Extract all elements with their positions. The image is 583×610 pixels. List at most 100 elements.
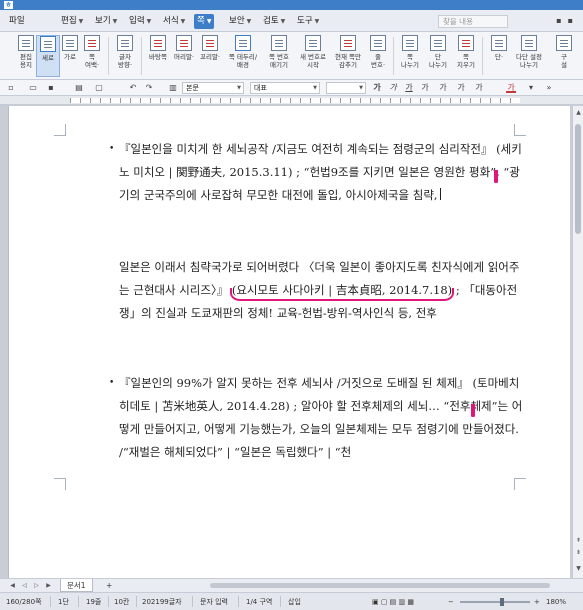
superscript-icon[interactable]: 가 [438,83,448,93]
status-insert-mode[interactable]: 삽입 [288,597,301,607]
scroll-thumb[interactable] [575,124,581,234]
tab-last-icon[interactable]: ▶ [44,581,53,590]
ribbon-label: 단 나누기 [429,53,447,69]
status-char-count: 202199글자 [142,598,182,606]
page-up-icon[interactable]: ⇞ [574,536,583,545]
menu-tools[interactable]: 도구 ▼ [294,14,322,29]
status-zoom[interactable]: 180% [546,597,566,607]
font-effect-icon[interactable]: 가 [474,83,484,93]
print-icon[interactable]: ▤ [74,83,84,93]
columns-button[interactable]: 단· [487,35,511,77]
status-divider [108,596,109,607]
preview-icon[interactable]: ▢ [94,83,104,93]
text-direction-icon [117,35,133,51]
zoom-slider[interactable] [460,598,530,606]
page-break-button[interactable]: 쪽 나누기 [398,35,422,77]
redo-icon[interactable]: ↷ [144,83,154,93]
section-button[interactable]: 구 설 [553,35,575,77]
highlight-icon[interactable]: ▾ [526,83,536,93]
menu-review[interactable]: 검토 ▼ [260,14,288,29]
zoom-knob[interactable] [499,598,504,606]
find-input[interactable]: 찾을 내용 [438,15,508,28]
page-break-icon [402,35,418,51]
bold-icon[interactable]: 가 [372,83,382,93]
menu-insert[interactable]: 입력 ▼ [126,14,154,29]
book-title-text: 『일본인의 99%가 알지 못하는 전후 세뇌사 /거짓으로 도배질 된 체제』 [119,376,469,390]
format-toolbar: ▫ ▭ ▪ ▤ ▢ ↶ ↷ ▥ 본문 ▼ 대표 ▼ ▼ 가 가 가 가 가 가 가 … [0,80,583,96]
zoom-out-icon[interactable]: − [448,597,454,607]
line-number-button[interactable]: 줄 번호· [366,35,390,77]
delete-page-button[interactable]: 쪽 지우기 [454,35,478,77]
master-page-button[interactable]: 바탕쪽 [146,35,170,77]
margin-button[interactable]: 쪽 여백· [80,35,104,77]
document-page[interactable]: • 『일본인을 미치게 한 세뇌공작 /지금도 여전히 계속되는 점령군의 심리… [8,106,570,578]
horizontal-scroll-thumb[interactable] [210,583,550,588]
subscript-icon[interactable]: 가 [456,83,466,93]
tab-next-icon[interactable]: ▷ [32,581,41,590]
vertical-scrollbar[interactable]: ▲ ⇞ ⇟ ▼ [572,106,583,578]
landscape-icon [62,35,78,51]
menu-page[interactable]: 쪽 ▼ [194,14,215,29]
horizontal-ruler[interactable] [0,96,583,105]
tab-first-icon[interactable]: ◀ [8,581,17,590]
underline-icon[interactable]: 가 [404,83,414,93]
save-icon[interactable]: ▪ [46,83,56,93]
margin-icon [84,35,100,51]
hide-page-button[interactable]: 현재 쪽만 감추기 [332,35,364,77]
new-document-icon[interactable]: ▫ [6,83,16,93]
menu-file[interactable]: 파일 [6,14,28,29]
page-down-icon[interactable]: ⇟ [574,548,583,557]
style-select[interactable]: 본문 ▼ [182,82,244,94]
view-mode-icons[interactable]: ▣ ▢ ▤ ▥ ▦ [372,597,414,607]
status-input-mode[interactable]: 문자 입력 [200,597,228,607]
tab-label: 문서1 [67,581,86,590]
ribbon-label: 바탕쪽 [149,53,167,61]
document-area[interactable]: • 『일본인을 미치게 한 세뇌공작 /지금도 여전히 계속되는 점령군의 심리… [0,106,572,578]
menu-view[interactable]: 보기 ▼ [92,14,120,29]
header-button[interactable]: 머리말· [172,35,196,77]
undo-icon[interactable]: ↶ [128,83,138,93]
footer-button[interactable]: 꼬리말· [198,35,222,77]
page-setup-button[interactable]: 편집 용지 [14,35,38,77]
tab-prev-icon[interactable]: ◁ [20,581,29,590]
paragraph[interactable]: • 『일본인의 99%가 알지 못하는 전후 세뇌사 /거짓으로 도배질 된 체… [109,372,529,464]
ribbon-label: 쪽 테두리/ 배경 [228,53,258,69]
multi-column-button[interactable]: 다단 설정 나누기 [513,35,545,77]
bullet-icon: • [109,144,115,154]
chevron-down-icon: ▼ [146,18,152,25]
font-select[interactable]: 대표 ▼ [250,82,320,94]
menu-edit[interactable]: 편집 ▼ [58,14,86,29]
new-number-button[interactable]: 새 번호로 시작 [298,35,328,77]
scroll-down-icon[interactable]: ▼ [574,564,583,573]
window-controls[interactable]: ▪▪ [556,16,579,25]
add-tab-button[interactable]: + [100,579,118,592]
ribbon-label: 쪽 번호 매기기 [268,53,289,69]
menu-label: 입력 [129,16,145,26]
paragraph[interactable]: 일본은 이래서 침략국가로 되어버렸다 〈더욱 일본이 좋아지도록 친자식에게 … [119,256,529,325]
font-color-icon[interactable]: 가 [506,83,516,93]
menu-format[interactable]: 서식 ▼ [160,14,188,29]
font-size-select[interactable]: ▼ [326,82,366,94]
status-page[interactable]: 160/280쪽 [6,597,42,607]
more-icon[interactable]: » [544,83,554,93]
chevron-down-icon: ▼ [180,18,186,25]
title-bar: ㅎ [0,0,583,10]
chevron-down-icon: ▼ [78,18,84,25]
landscape-button[interactable]: 가로 [58,35,82,77]
page-number-button[interactable]: 쪽 번호 매기기 [264,35,294,77]
page-border-button[interactable]: 쪽 테두리/ 배경 [228,35,258,77]
portrait-button[interactable]: 세로 [36,35,60,77]
chevron-down-icon: ▼ [237,85,241,91]
menu-label: 서식 [163,16,179,26]
style-icon[interactable]: ▥ [168,83,178,93]
menu-security[interactable]: 보안 ▼ [226,14,254,29]
tab-document1[interactable]: 문서1 [60,579,93,592]
column-break-button[interactable]: 단 나누기 [426,35,450,77]
zoom-in-icon[interactable]: + [534,597,540,607]
italic-icon[interactable]: 가 [388,83,398,93]
scroll-up-icon[interactable]: ▲ [574,108,583,117]
strikethrough-icon[interactable]: 가 [420,83,430,93]
open-folder-icon[interactable]: ▭ [28,83,38,93]
text-direction-button[interactable]: 글자 방향· [113,35,137,77]
paragraph[interactable]: • 『일본인을 미치게 한 세뇌공작 /지금도 여전히 계속되는 점령군의 심리… [109,138,529,207]
